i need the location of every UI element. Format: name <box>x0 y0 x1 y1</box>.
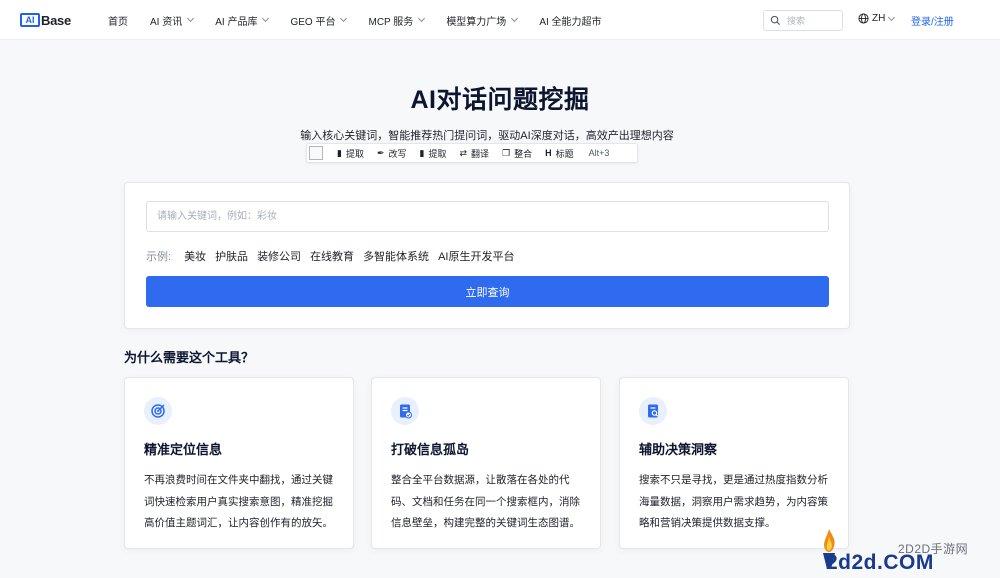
examples-row: 示例: 美妆 护肤品 装修公司 在线教育 多智能体系统 AI原生开发平台 <box>146 248 523 264</box>
example-keyword[interactable]: 在线教育 <box>310 248 354 264</box>
chevron-down-icon <box>511 14 519 23</box>
chevron-down-icon <box>262 14 270 23</box>
logo-mark: AI <box>20 13 40 27</box>
toolbar-merge-button[interactable]: ❐ 整合 <box>502 147 532 160</box>
main-menu: 首页 AI 资讯 AI 产品库 GEO 平台 MCP 服务 模型算力广场 AI … <box>108 0 624 40</box>
menu-label: GEO 平台 <box>290 16 336 28</box>
toolbar-extract-button[interactable]: ▮ 提取 <box>420 147 447 160</box>
search-input[interactable]: 搜索 <box>763 10 843 31</box>
feature-title: 打破信息孤岛 <box>391 442 470 457</box>
language-label: ZH <box>872 13 886 24</box>
page-title: AI对话问题挖掘 <box>410 86 590 114</box>
example-keyword[interactable]: 护肤品 <box>215 248 248 264</box>
feature-title: 辅助决策洞察 <box>639 442 718 457</box>
example-keyword[interactable]: 装修公司 <box>257 248 301 264</box>
translate-icon: ⇄ <box>459 147 468 158</box>
search-icon <box>770 15 781 26</box>
menu-label: MCP 服务 <box>368 16 414 28</box>
top-nav: AI Base 首页 AI 资讯 AI 产品库 GEO 平台 MCP 服务 模型… <box>0 0 1000 40</box>
example-keyword[interactable]: 多智能体系统 <box>363 248 429 264</box>
example-keyword[interactable]: 美妆 <box>184 248 206 264</box>
floating-toolbar: ▮ 提取 ✒ 改写 ▮ 提取 ⇄ 翻译 ❐ 整合 H 标题 Alt+3 <box>306 143 638 163</box>
query-submit-button[interactable]: 立即查询 <box>146 276 829 307</box>
logo[interactable]: AI Base <box>20 12 71 28</box>
pen-icon: ✒ <box>376 147 385 158</box>
merge-icon: ❐ <box>502 147 511 158</box>
toolbar-label: 标题 <box>555 148 574 159</box>
document-icon: ▮ <box>337 147 342 158</box>
page-subtitle: 输入核心关键词，智能推荐热门提问词，驱动AI深度对话，高效产出理想内容 <box>300 130 674 142</box>
feature-title: 精准定位信息 <box>144 442 223 457</box>
globe-icon <box>858 13 869 24</box>
menu-item-ai-news[interactable]: AI 资讯 <box>150 13 195 28</box>
chevron-down-icon <box>418 14 426 23</box>
toolbar-extract-button[interactable]: ▮ 提取 <box>337 147 364 160</box>
toolbar-translate-button[interactable]: ⇄ 翻译 <box>460 147 490 160</box>
site-watermark: 2D2D手游网 2d2d.COM <box>815 523 1000 578</box>
feature-description: 不再浪费时间在文件夹中翻找，通过关键词快速检索用户真实搜索意图，精准挖掘高价值主… <box>144 474 333 529</box>
menu-item-ai-products[interactable]: AI 产品库 <box>215 13 270 28</box>
chevron-down-icon <box>187 14 195 23</box>
watermark-domain: 2d2d.COM <box>826 551 934 574</box>
toolbar-rewrite-button[interactable]: ✒ 改写 <box>377 147 407 160</box>
menu-item-geo[interactable]: GEO 平台 <box>290 13 348 28</box>
login-link[interactable]: 登录/注册 <box>911 13 954 28</box>
menu-label: AI 资讯 <box>150 16 183 28</box>
toolbar-label: 提取 <box>428 148 447 159</box>
logo-text: Base <box>41 12 71 28</box>
toolbar-label: 提取 <box>345 148 364 159</box>
menu-label: AI 产品库 <box>215 16 258 28</box>
menu-label: 模型算力广场 <box>446 16 507 28</box>
menu-label: AI 全能力超市 <box>539 16 602 28</box>
feature-card: 打破信息孤岛 整合全平台数据源，让散落在各处的代码、文档和任务在同一个搜索框内，… <box>371 377 601 549</box>
toolbar-label: 整合 <box>514 148 533 159</box>
document-icon: ▮ <box>419 147 425 158</box>
search-placeholder: 搜索 <box>787 16 806 26</box>
menu-item-mcp[interactable]: MCP 服务 <box>368 13 426 28</box>
language-switch[interactable]: ZH <box>858 13 896 24</box>
checklist-icon <box>391 397 419 425</box>
keyword-input[interactable] <box>146 201 829 232</box>
feature-description: 整合全平台数据源，让散落在各处的代码、文档和任务在同一个搜索框内，消除信息壁垒，… <box>391 474 580 529</box>
section-title: 为什么需要这个工具？ <box>124 350 255 365</box>
toolbar-heading-button[interactable]: H 标题 <box>545 147 574 160</box>
target-icon <box>144 397 172 425</box>
chevron-down-icon <box>340 14 348 23</box>
feature-description: 搜索不只是寻找，更是通过热度指数分析海量数据，洞察用户需求趋势，为内容策略和营销… <box>639 474 828 529</box>
heading-icon: H <box>545 148 552 158</box>
menu-label: 首页 <box>108 16 128 28</box>
toolbar-label: 翻译 <box>471 148 490 159</box>
example-keyword[interactable]: AI原生开发平台 <box>438 248 514 264</box>
toolbar-shortcut: Alt+3 <box>588 148 610 158</box>
chevron-down-icon <box>888 13 896 21</box>
examples-label: 示例: <box>146 251 172 263</box>
broken-image-icon <box>309 146 323 160</box>
menu-item-home[interactable]: 首页 <box>108 13 128 28</box>
menu-item-compute[interactable]: 模型算力广场 <box>446 13 519 28</box>
toolbar-label: 改写 <box>388 148 407 159</box>
feature-card: 精准定位信息 不再浪费时间在文件夹中翻找，通过关键词快速检索用户真实搜索意图，精… <box>124 377 354 549</box>
query-card: 示例: 美妆 护肤品 装修公司 在线教育 多智能体系统 AI原生开发平台 立即查… <box>124 182 850 329</box>
menu-item-ai-market[interactable]: AI 全能力超市 <box>539 13 601 28</box>
search-document-icon <box>639 397 667 425</box>
